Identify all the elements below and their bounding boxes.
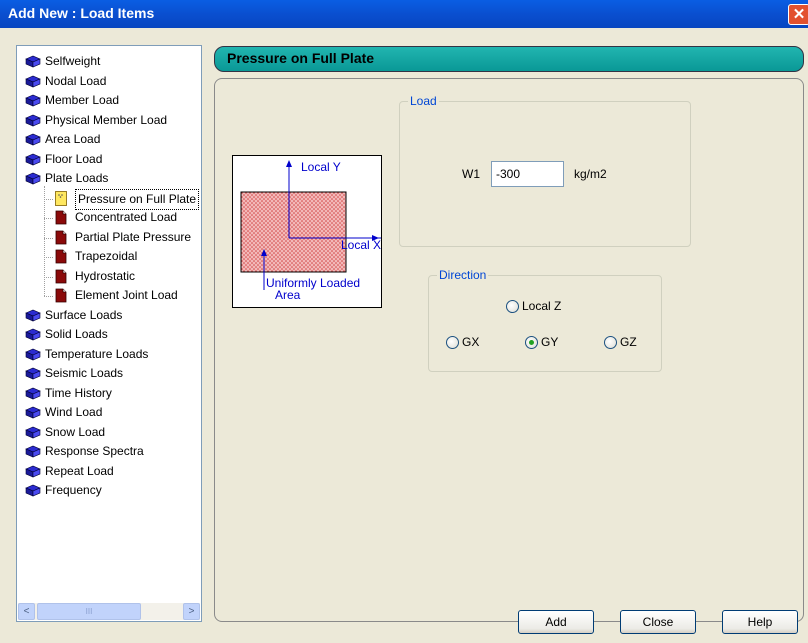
help-button[interactable]: Help (722, 610, 798, 634)
local-x-label: Local X (341, 238, 381, 252)
add-button[interactable]: Add (518, 610, 594, 634)
close-button[interactable]: Close (620, 610, 696, 634)
tree-item-label: Frequency (45, 483, 102, 497)
title-bar: Add New : Load Items ✕ (0, 0, 808, 28)
local-y-arrow (286, 160, 292, 167)
scroll-right-button[interactable]: > (183, 603, 200, 620)
local-y-label: Local Y (301, 160, 341, 174)
tree-item-label: Surface Loads (45, 307, 123, 322)
radio-gx-circle[interactable] (446, 336, 459, 349)
tree-connector (44, 218, 53, 219)
scroll-thumb[interactable]: III (37, 603, 141, 620)
radio-gy-label: GY (541, 335, 559, 349)
tree-item-label: Concentrated Load (75, 210, 178, 224)
tree-connector (44, 257, 53, 258)
window-title: Add New : Load Items (8, 5, 155, 21)
tree-item-label: Repeat Load (45, 463, 114, 478)
w1-input[interactable] (491, 161, 564, 187)
load-group-label: Load (408, 94, 439, 108)
tree-item-label: Area Load (45, 132, 101, 146)
area-label-line2: Area (275, 288, 301, 302)
loaded-area-rect (240, 191, 347, 273)
tree-item-label: Element Joint Load (75, 288, 178, 302)
radio-gx-label: GX (462, 335, 480, 349)
tree-item-label: Plate Loads (45, 171, 109, 185)
tree-item-label: Temperature Loads (45, 346, 149, 361)
tree-horizontal-scrollbar[interactable]: < III > (18, 603, 200, 620)
tree-item-label: Snow Load (45, 424, 106, 439)
tree-connector (44, 296, 53, 297)
tree-item-label: Member Load (45, 93, 120, 107)
tree-item-label: Nodal Load (45, 73, 107, 88)
scroll-left-button[interactable]: < (18, 603, 35, 620)
tree-item-label: Selfweight (45, 54, 101, 68)
tree-item-label: Pressure on Full Plate (75, 188, 200, 210)
w1-unit: kg/m2 (574, 167, 607, 181)
tree-item-label: Partial Plate Pressure (75, 229, 192, 244)
plate-diagram: Local Y Local X Uniformly Loaded Area (232, 155, 383, 308)
tree-connector (44, 186, 45, 296)
radio-gy-circle[interactable] (525, 336, 538, 349)
tree-item-label: Time History (45, 385, 112, 400)
tree-item-label: Hydrostatic (75, 268, 136, 283)
tree-item-label: Response Spectra (45, 444, 144, 458)
section-header-title: Pressure on Full Plate (227, 50, 375, 66)
tree-connector (44, 237, 53, 239)
direction-group: Direction (428, 268, 662, 372)
tree-item-label: Trapezoidal (75, 249, 138, 263)
tree-item-label: Wind Load (45, 405, 103, 419)
tree-item-label: Solid Loads (45, 327, 108, 341)
load-items-tree[interactable]: Selfweight Nodal Load Member Load Physical … (16, 45, 202, 622)
radio-local-z-circle[interactable] (506, 300, 519, 313)
section-header: Pressure on Full Plate (214, 46, 804, 72)
radio-gy-selected-dot (529, 340, 534, 345)
w1-label: W1 (462, 167, 480, 181)
tree-connector (44, 276, 53, 278)
close-window-button[interactable]: ✕ (788, 4, 808, 25)
tree-connector (44, 198, 53, 200)
radio-gz-circle[interactable] (604, 336, 617, 349)
radio-local-z-label: Local Z (522, 299, 562, 313)
direction-group-label: Direction (437, 268, 489, 282)
tree-item-label: Physical Member Load (45, 112, 168, 127)
tree-item-label: Floor Load (45, 151, 103, 166)
tree-item-label: Seismic Loads (45, 366, 124, 380)
radio-gz-label: GZ (620, 335, 637, 349)
plate-diagram-svg: Local Y Local X Uniformly Loaded Area (240, 160, 383, 302)
